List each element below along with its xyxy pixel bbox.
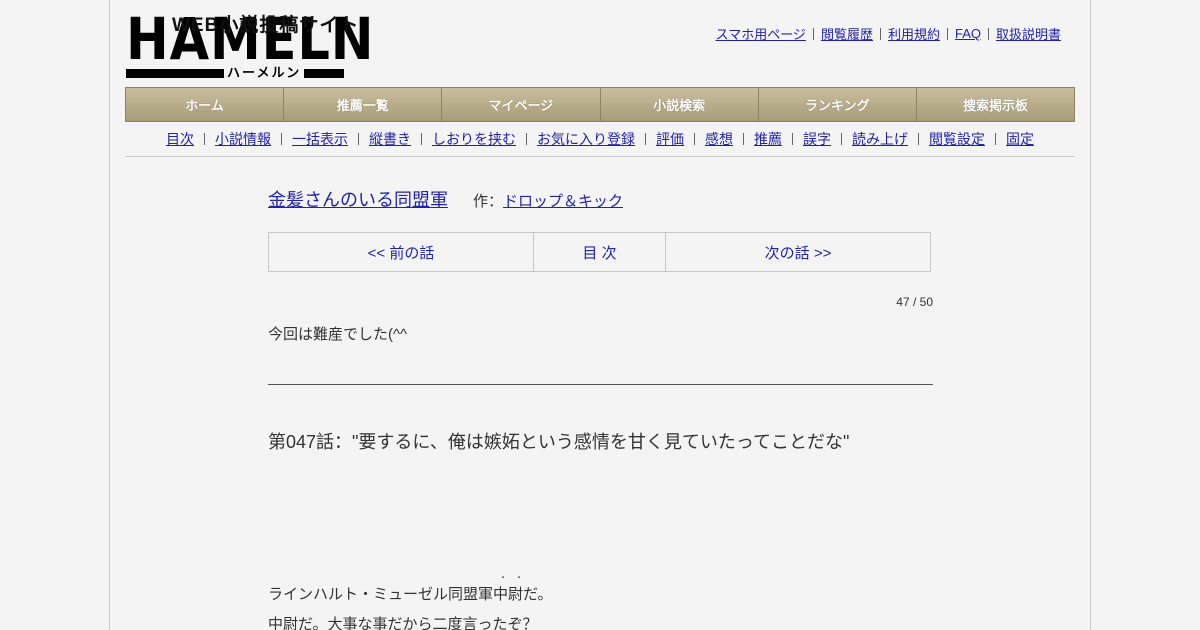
- nav-search-board[interactable]: 捜索掲示板: [916, 88, 1075, 121]
- separator: [281, 133, 282, 145]
- author-link[interactable]: ドロップ＆キック: [503, 193, 623, 210]
- body-paragraph: 中尉だ。大事な事だから二度言ったぞ？: [268, 616, 538, 630]
- separator: [812, 27, 814, 40]
- logo-tagline: WEB小説投稿サイト: [172, 15, 360, 36]
- subnav-favorite[interactable]: お気に入り登録: [537, 129, 635, 149]
- subnav-view-settings[interactable]: 閲覧設定: [929, 129, 985, 149]
- subnav-vertical[interactable]: 縦書き: [369, 129, 411, 149]
- prev-chapter-link[interactable]: << 前の話: [269, 233, 534, 271]
- chapter-counter: 47 / 50: [896, 295, 933, 309]
- page-container: HAMELN WEB小説投稿サイト ハーメルン スマホ用ページ 閲覧履歴 利用規…: [109, 0, 1091, 630]
- subnav-bookmark[interactable]: しおりを挟む: [432, 129, 516, 149]
- divider: [268, 384, 933, 385]
- separator: [995, 133, 996, 145]
- novel-subnav: 目次 小説情報 一括表示 縦書き しおりを挟む お気に入り登録 評価 感想 推薦…: [125, 122, 1075, 157]
- separator: [694, 133, 695, 145]
- logo-kana: ハーメルン: [224, 65, 305, 81]
- novel-heading: 金髪さんのいる同盟軍 作：ドロップ＆キック: [268, 186, 623, 212]
- separator: [645, 133, 646, 145]
- nav-recommendations[interactable]: 推薦一覧: [284, 88, 443, 121]
- preface-text: 今回は難産でした(^^: [268, 326, 408, 343]
- subnav-show-all[interactable]: 一括表示: [292, 129, 348, 149]
- subnav-rating[interactable]: 評価: [656, 129, 684, 149]
- novel-title-link[interactable]: 金髪さんのいる同盟軍: [268, 190, 448, 210]
- chapter-title: 第047話："要するに、俺は嫉妬という感情を甘く見ていたってことだな": [268, 432, 850, 452]
- header-links: スマホ用ページ 閲覧履歴 利用規約 FAQ 取扱説明書: [716, 24, 1061, 43]
- nav-ranking[interactable]: ランキング: [758, 88, 917, 121]
- separator: [918, 133, 919, 145]
- separator: [987, 27, 989, 40]
- separator: [526, 133, 527, 145]
- separator: [792, 133, 793, 145]
- emphasis-marks: ・・: [499, 573, 531, 582]
- nav-mypage[interactable]: マイページ: [442, 88, 601, 121]
- next-chapter-link[interactable]: 次の話 >>: [666, 233, 930, 271]
- subnav-typo[interactable]: 誤字: [803, 129, 831, 149]
- separator: [879, 27, 881, 40]
- manual-link[interactable]: 取扱説明書: [996, 24, 1061, 43]
- separator: [743, 133, 744, 145]
- separator: [358, 133, 359, 145]
- subnav-index[interactable]: 目次: [166, 129, 194, 149]
- subnav-novel-info[interactable]: 小説情報: [215, 129, 271, 149]
- subnav-reviews[interactable]: 感想: [705, 129, 733, 149]
- main-nav: ホーム 推薦一覧 マイページ 小説検索 ランキング 捜索掲示板: [125, 87, 1075, 122]
- subnav-pin[interactable]: 固定: [1006, 129, 1034, 149]
- separator: [841, 133, 842, 145]
- separator: [204, 133, 205, 145]
- table-of-contents-link[interactable]: 目 次: [534, 233, 666, 271]
- body-paragraph: ラインハルト・ミューゼル同盟軍中尉だ。: [268, 586, 553, 603]
- separator: [946, 27, 948, 40]
- author-prefix: 作：: [473, 193, 504, 210]
- subnav-read-aloud[interactable]: 読み上げ: [852, 129, 908, 149]
- smartphone-page-link[interactable]: スマホ用ページ: [716, 24, 806, 43]
- separator: [421, 133, 422, 145]
- chapter-navigation: << 前の話 目 次 次の話 >>: [268, 232, 931, 272]
- nav-home[interactable]: ホーム: [126, 88, 285, 121]
- nav-novel-search[interactable]: 小説検索: [600, 88, 759, 121]
- history-link[interactable]: 閲覧履歴: [821, 24, 873, 43]
- hameln-logo[interactable]: HAMELN WEB小説投稿サイト ハーメルン: [126, 10, 374, 81]
- faq-link[interactable]: FAQ: [955, 26, 981, 41]
- subnav-recommend[interactable]: 推薦: [754, 129, 782, 149]
- terms-link[interactable]: 利用規約: [888, 24, 940, 43]
